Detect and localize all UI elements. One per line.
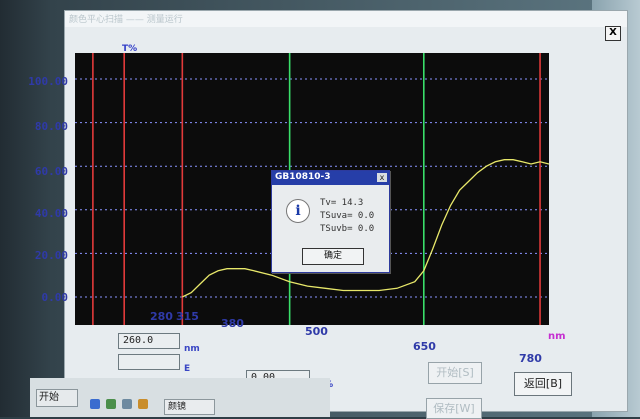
y-tick-40: 40.00 [34,207,68,220]
save-button[interactable]: 保存[W] [426,398,482,419]
close-button[interactable]: X [605,26,621,41]
dialog-line-tsuvb: TSuvb= 0.0 [320,224,375,234]
x-tick-280: 280 [150,310,173,323]
ok-button[interactable]: 确定 [302,248,364,265]
x-axis-unit: nm [548,331,566,342]
desktop-icon[interactable] [122,399,132,409]
refresh-icon[interactable] [106,399,116,409]
dialog-line-tv: Tv= 14.3 [320,198,364,208]
dialog-title-bar: GB10810-3 x [272,171,389,185]
x-tick-380: 380 [221,317,244,330]
info-icon: i [286,199,310,223]
y-tick-0: 0.00 [41,291,69,304]
x-tick-780: 780 [519,352,542,365]
window-title: 颜色平心扫描 —— 测量运行 [69,15,183,25]
start-measure-button[interactable]: 开始[S] [428,362,482,384]
taskbar-task-item[interactable]: 颜镜 [164,399,215,415]
y-tick-100: 100.00 [28,75,68,88]
dialog-line-tsuva: TSuva= 0.0 [320,211,375,221]
e-field [118,354,180,370]
x-tick-315: 315 [176,310,199,323]
wavelength-unit-label: nm [184,344,200,354]
result-dialog: GB10810-3 x i Tv= 14.3 TSuva= 0.0 TSuvb=… [271,170,390,273]
x-tick-500: 500 [305,325,328,338]
dialog-close-button[interactable]: x [377,173,387,182]
return-button[interactable]: 返回[B] [514,372,572,396]
x-tick-650: 650 [413,340,436,353]
e-label: E [184,364,191,374]
dialog-title: GB10810-3 [275,172,331,182]
ie-icon[interactable] [90,399,100,409]
folder-icon[interactable] [138,399,148,409]
y-tick-20: 20.00 [34,249,68,262]
title-bar: 颜色平心扫描 —— 测量运行 [65,11,627,27]
wavelength-field: 260.0 [118,333,180,349]
taskbar-start-button[interactable]: 开始 [36,389,78,407]
y-tick-80: 80.00 [34,120,68,133]
y-tick-60: 60.00 [34,165,68,178]
